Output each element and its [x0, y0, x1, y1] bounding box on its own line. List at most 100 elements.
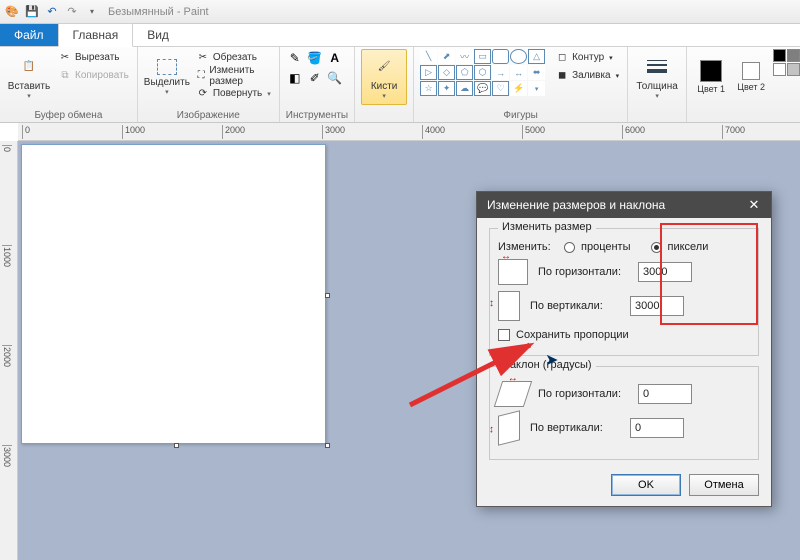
chevron-down-icon: ▾ [27, 92, 31, 100]
redo-icon[interactable]: ↷ [64, 4, 80, 20]
keep-ratio-checkbox[interactable] [498, 329, 510, 341]
color1-swatch [700, 60, 722, 82]
color2-label: Цвет 2 [737, 82, 765, 92]
group-tools: ✎ 🪣 A ◧ ✐ 🔍 Инструменты [280, 47, 355, 122]
tab-view[interactable]: Вид [133, 24, 183, 46]
resize-icon: ⛶ [196, 69, 207, 83]
skew-h-input[interactable]: 0 [638, 384, 692, 404]
select-button[interactable]: Выделить ▾ [144, 49, 190, 105]
brushes-button[interactable]: 🖌 Кисти ▾ [361, 49, 407, 105]
eraser-icon[interactable]: ◧ [286, 69, 304, 87]
bucket-icon[interactable]: 🪣 [306, 49, 324, 67]
color1-button[interactable]: Цвет 1 [693, 49, 729, 105]
group-image: Выделить ▾ ✂Обрезать ⛶Изменить размер ⟳П… [138, 47, 280, 122]
qat-dropdown-icon[interactable]: ▾ [84, 4, 100, 20]
save-icon[interactable]: 💾 [24, 4, 40, 20]
ruler-tick: 5000 [522, 125, 545, 139]
chevron-down-icon: ▾ [655, 92, 659, 100]
group-colors: Цвет 1 Цвет 2 [687, 47, 800, 122]
outline-label: Контур [572, 52, 604, 63]
ribbon-tabs: Файл Главная Вид [0, 24, 800, 47]
select-label: Выделить [144, 77, 190, 88]
tools-grid: ✎ 🪣 A ◧ ✐ 🔍 [286, 49, 344, 87]
select-icon [157, 59, 177, 75]
palette-swatch[interactable] [787, 63, 800, 76]
skew-v-input[interactable]: 0 [630, 418, 684, 438]
pencil-icon[interactable]: ✎ [286, 49, 304, 67]
group-size: Толщина ▾ [628, 47, 687, 122]
vert-input[interactable]: 3000 [630, 296, 684, 316]
keep-ratio-label[interactable]: Сохранить пропорции [516, 329, 629, 341]
skew-h-icon: ↔ [494, 381, 532, 407]
vert-icon: ↕ [498, 291, 520, 321]
resize-fieldset: Изменить размер Изменить: проценты пиксе… [489, 228, 759, 356]
crop-button[interactable]: ✂Обрезать [194, 49, 273, 66]
group-shapes: ╲⬈〰▭△ ▷◇⬠⬡→↔⬌ ☆✦☁💬♡⚡▾ ◻Контур▾ ◼Заливка▾… [414, 47, 628, 122]
pixels-label[interactable]: пиксели [668, 241, 709, 253]
color-palette[interactable] [773, 49, 800, 76]
radio-pixels[interactable] [651, 242, 662, 253]
resize-button[interactable]: ⛶Изменить размер [194, 67, 273, 84]
cut-button[interactable]: ✂Вырезать [56, 49, 131, 66]
ok-button[interactable]: OK [611, 474, 681, 496]
ruler-tick: 1000 [122, 125, 145, 139]
shapes-gallery[interactable]: ╲⬈〰▭△ ▷◇⬠⬡→↔⬌ ☆✦☁💬♡⚡▾ [420, 49, 545, 96]
app-icon: 🎨 [4, 4, 20, 20]
palette-swatch[interactable] [773, 49, 786, 62]
palette-swatch[interactable] [787, 49, 800, 62]
vert-label: По вертикали: [530, 300, 620, 312]
color2-button[interactable]: Цвет 2 [733, 49, 769, 105]
picker-icon[interactable]: ✐ [306, 69, 324, 87]
fill-button[interactable]: ◼Заливка▾ [553, 67, 621, 84]
radio-percent[interactable] [564, 242, 575, 253]
color1-label: Цвет 1 [697, 84, 725, 94]
rotate-icon: ⟳ [196, 87, 210, 101]
size-button[interactable]: Толщина ▾ [634, 49, 680, 105]
dialog-title: Изменение размеров и наклона [487, 198, 665, 212]
skew-fieldset: Наклон (градусы) ↔ По горизонтали: 0 ↕ П… [489, 366, 759, 460]
copy-button[interactable]: ⧉Копировать [56, 67, 131, 84]
outline-button[interactable]: ◻Контур▾ [553, 49, 621, 66]
ruler-tick: 0 [2, 145, 12, 175]
ruler-tick: 0 [22, 125, 30, 139]
resize-handle[interactable] [174, 443, 179, 448]
rotate-button[interactable]: ⟳Повернуть▾ [194, 85, 273, 102]
canvas[interactable] [21, 144, 326, 444]
close-icon[interactable]: ✕ [743, 196, 765, 214]
tab-file[interactable]: Файл [0, 24, 58, 46]
tab-home[interactable]: Главная [58, 23, 134, 47]
horiz-icon: ↔ [498, 259, 528, 285]
size-icon [645, 55, 669, 79]
brush-icon: 🖌 [372, 55, 396, 79]
resize-handle[interactable] [325, 443, 330, 448]
ruler-tick: 2000 [2, 345, 12, 375]
window-title: Безымянный - Paint [108, 6, 209, 18]
ruler-tick: 3000 [2, 445, 12, 475]
zoom-icon[interactable]: 🔍 [326, 69, 344, 87]
fill-label: Заливка [572, 70, 611, 81]
copy-label: Копировать [75, 70, 129, 81]
paste-button[interactable]: 📋 Вставить ▾ [6, 49, 52, 105]
ruler-tick: 6000 [622, 125, 645, 139]
undo-icon[interactable]: ↶ [44, 4, 60, 20]
crop-icon: ✂ [196, 51, 210, 65]
group-clipboard-label: Буфер обмена [6, 108, 131, 122]
horiz-input[interactable]: 3000 [638, 262, 692, 282]
cancel-button[interactable]: Отмена [689, 474, 759, 496]
ruler-tick: 3000 [322, 125, 345, 139]
palette-swatch[interactable] [773, 63, 786, 76]
dialog-titlebar[interactable]: Изменение размеров и наклона ✕ [477, 192, 771, 218]
ruler-tick: 2000 [222, 125, 245, 139]
fill-icon: ◼ [555, 69, 569, 83]
horizontal-ruler: 01000200030004000500060007000 [18, 123, 800, 141]
resize-handle[interactable] [325, 293, 330, 298]
skew-v-icon: ↕ [498, 410, 520, 445]
percent-label[interactable]: проценты [581, 241, 631, 253]
text-icon[interactable]: A [326, 49, 344, 67]
ribbon: 📋 Вставить ▾ ✂Вырезать ⧉Копировать Буфер… [0, 47, 800, 123]
rotate-label: Повернуть [213, 88, 262, 99]
resize-label: Изменить размер [209, 65, 270, 87]
size-label: Толщина [636, 81, 677, 92]
chevron-down-icon: ▾ [165, 88, 169, 96]
vertical-ruler: 0100020003000 [0, 141, 18, 560]
